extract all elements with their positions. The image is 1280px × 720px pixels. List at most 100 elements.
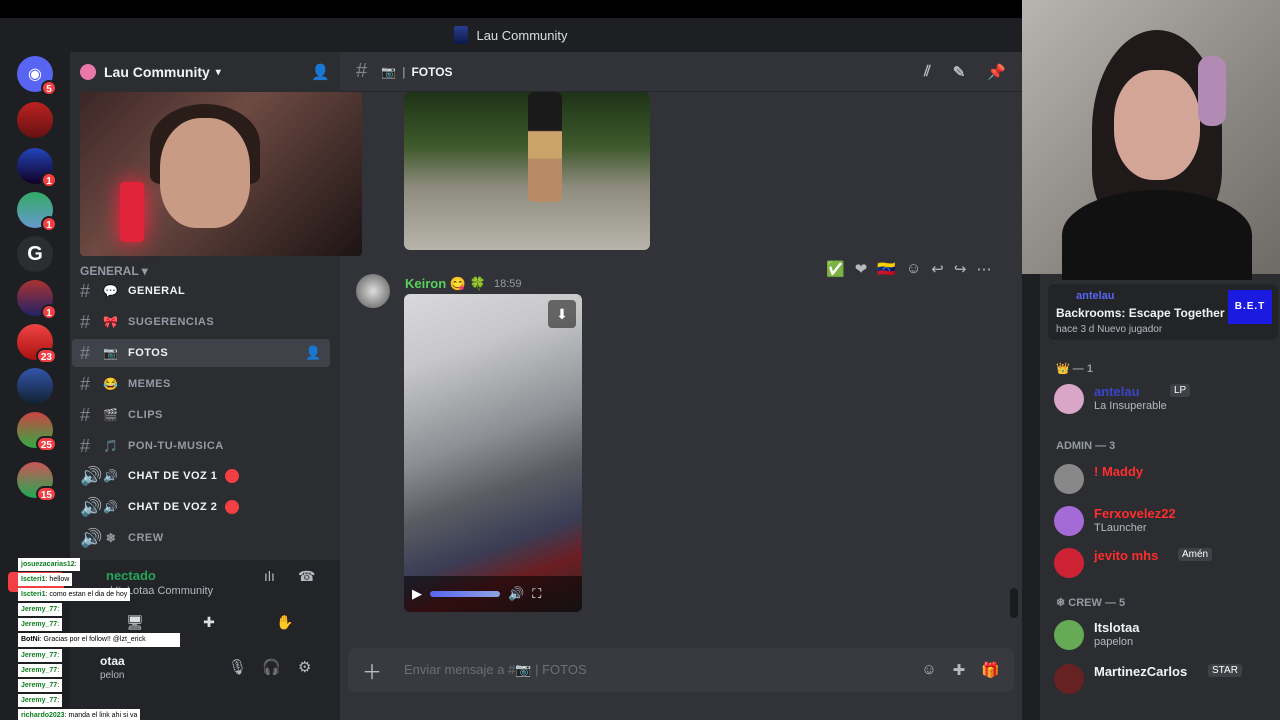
face: [1114, 70, 1200, 180]
avatar[interactable]: [356, 274, 390, 308]
chat-user: richardo2023: [21, 712, 65, 719]
apps-icon[interactable]: ✚: [953, 661, 966, 679]
noise-suppression-icon[interactable]: ılı: [264, 568, 275, 584]
camera-icon: 📷: [381, 64, 397, 79]
channel-memes[interactable]: # 😂 MEMES: [72, 370, 330, 398]
headphones: [1198, 56, 1226, 126]
headphones-icon[interactable]: 🎧: [262, 658, 281, 676]
voice-channel-crew[interactable]: 🔊 ❄ CREW: [72, 524, 330, 552]
microphone-icon[interactable]: 🎙: [228, 658, 247, 676]
server-icon[interactable]: 23: [17, 324, 57, 364]
member-sub: La Insuperable: [1094, 400, 1167, 412]
activity-title: Backrooms: Escape Together: [1056, 306, 1225, 320]
game-logo: B.E.T: [1228, 290, 1272, 324]
mention-badge: 5: [41, 80, 57, 96]
chat-msg: : manda el link ahi si va: [64, 712, 138, 719]
fullscreen-icon[interactable]: ⛶: [532, 586, 541, 602]
threads-icon[interactable]: ⫽: [924, 63, 931, 81]
reply-icon[interactable]: ↩: [931, 260, 944, 278]
plus-icon[interactable]: ＋: [362, 656, 382, 685]
activities-button[interactable]: ✚: [174, 608, 244, 636]
channel-emoji: 💬: [103, 284, 119, 298]
chat-user: Iscteri1: [21, 576, 46, 583]
chat-msg: : hellow: [45, 576, 70, 583]
hash-icon: #: [356, 60, 368, 82]
guild-icon: [80, 64, 96, 80]
server-icon[interactable]: 1: [17, 148, 57, 188]
member-item[interactable]: Itslotaa papelon: [1054, 618, 1274, 654]
pin-icon[interactable]: 📌: [987, 63, 1006, 81]
server-icon[interactable]: 25: [17, 412, 57, 452]
member-item[interactable]: Ferxovelez22 TLauncher: [1054, 504, 1274, 540]
check-reaction-icon[interactable]: ✅: [826, 260, 845, 278]
member-item[interactable]: ! Maddy: [1054, 462, 1274, 498]
speaker-icon: 🔊: [80, 496, 103, 517]
channel-fotos[interactable]: # 📷 FOTOS 👤: [72, 339, 330, 367]
hash-icon: #: [80, 311, 91, 332]
forward-icon[interactable]: ↪: [954, 260, 967, 278]
video-progress[interactable]: [430, 591, 500, 597]
add-member-icon[interactable]: 👤: [305, 345, 322, 361]
category-general[interactable]: GENERAL ▾: [80, 264, 148, 278]
chat-line: richardo2023: manda el link ahi si va: [18, 709, 141, 720]
channel-label: GENERAL: [128, 285, 186, 297]
flag-reaction-icon[interactable]: 🇻🇪: [877, 260, 896, 278]
chat-line: josuezacarias12:: [18, 558, 80, 571]
photo-attachment[interactable]: [404, 92, 650, 250]
member-name: Itslotaa: [1094, 620, 1140, 635]
chat-user: Jeremy_77: [21, 621, 58, 628]
server-icon[interactable]: [17, 102, 53, 138]
channel-clips[interactable]: # 🎬 CLIPS: [72, 401, 330, 429]
invite-icon[interactable]: 👤: [311, 63, 330, 81]
window-title: Lau Community: [476, 27, 568, 43]
channel-label: CLIPS: [128, 409, 163, 421]
voice-channel-1[interactable]: 🔊 🔊 CHAT DE VOZ 1: [72, 462, 330, 490]
channel-sugerencias[interactable]: # 🎀 SUGERENCIAS: [72, 308, 330, 336]
download-icon[interactable]: ⬇: [548, 300, 576, 328]
message-timestamp: 18:59: [494, 278, 522, 290]
guild-header[interactable]: Lau Community ▾ 👤: [70, 52, 340, 92]
server-icon[interactable]: G: [17, 236, 53, 272]
mention-badge: 25: [35, 436, 57, 452]
emoji-icon[interactable]: ☺: [921, 661, 936, 679]
add-reaction-icon[interactable]: ☺: [906, 260, 921, 278]
chat-msg: :: [57, 697, 60, 704]
server-icon[interactable]: [17, 368, 53, 404]
discord-home-icon[interactable]: ◉ 5: [17, 56, 57, 96]
channel-title: FOTOS: [411, 64, 453, 79]
notifications-icon[interactable]: ✎: [953, 63, 966, 81]
server-icon[interactable]: 15: [17, 462, 57, 502]
channel-pon-tu-musica[interactable]: # 🎵 PON-TU-MUSICA: [72, 432, 330, 460]
heart-reaction-icon[interactable]: ❤: [855, 260, 868, 278]
member-item[interactable]: MartinezCarlos STAR: [1054, 662, 1274, 698]
chat-msg: :: [57, 682, 60, 689]
gift-icon[interactable]: 🎁: [981, 661, 1000, 679]
chat-user: Jeremy_77: [21, 652, 58, 659]
settings-gear-icon[interactable]: ⚙: [298, 658, 311, 676]
composer-placeholder[interactable]: Enviar mensaje a #📷 | FOTOS: [404, 662, 587, 678]
volume-icon[interactable]: 🔊: [508, 586, 524, 602]
avatar: [1054, 384, 1084, 414]
disconnect-icon[interactable]: ☎: [298, 568, 315, 585]
channel-label: FOTOS: [128, 347, 169, 359]
play-icon[interactable]: ▶: [412, 586, 422, 602]
more-icon[interactable]: ⋯: [976, 260, 991, 278]
message-author[interactable]: Keiron 😋 🍀: [405, 276, 486, 292]
video-attachment[interactable]: ⬇ ▶ 🔊 ⛶: [404, 294, 582, 612]
member-item[interactable]: jevito mhs Amén: [1054, 546, 1274, 582]
member-item[interactable]: antelau LP La Insuperable: [1054, 382, 1274, 418]
server-icon[interactable]: 1: [17, 192, 57, 232]
stream-chat-overlay: josuezacarias12: Iscteri1: hellow Iscter…: [18, 558, 182, 720]
channel-emoji: 😂: [103, 377, 119, 391]
channel-general[interactable]: # 💬 GENERAL: [72, 277, 330, 305]
scrollbar[interactable]: [1010, 588, 1018, 618]
soundboard-button[interactable]: ✋: [250, 608, 320, 636]
member-sub: TLauncher: [1094, 522, 1147, 534]
streamer-webcam-2: [1022, 0, 1280, 280]
voice-channel-2[interactable]: 🔊 🔊 CHAT DE VOZ 2: [72, 493, 330, 521]
server-icon[interactable]: 1: [17, 280, 57, 320]
chat-msg: :: [74, 561, 77, 568]
group-label: — 1: [1072, 363, 1093, 375]
activity-card[interactable]: antelau Backrooms: Escape Together hace …: [1048, 284, 1278, 340]
message-composer[interactable]: ＋ Enviar mensaje a #📷 | FOTOS ☺ ✚ 🎁: [348, 648, 1014, 692]
